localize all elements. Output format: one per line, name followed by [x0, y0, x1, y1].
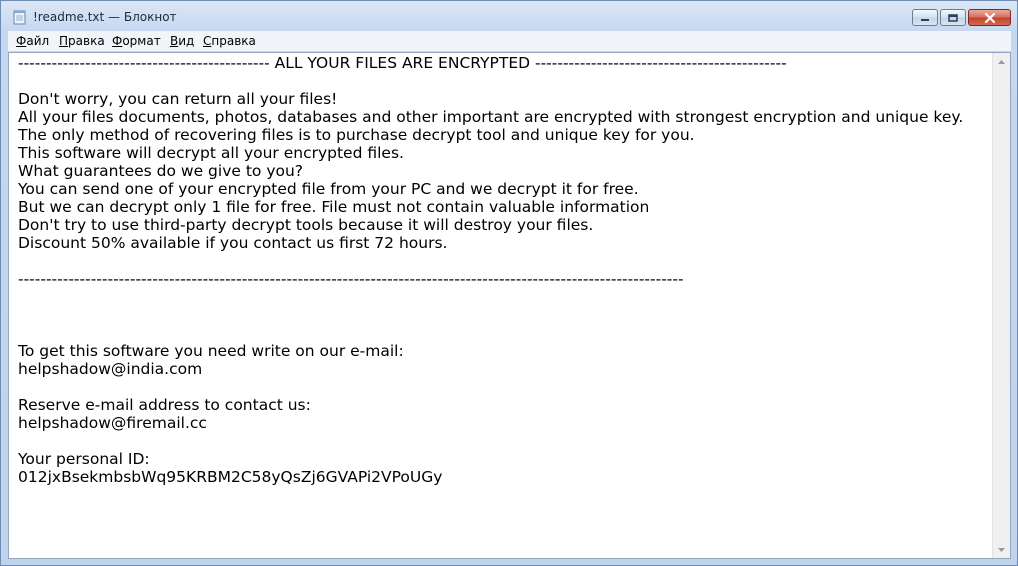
- vertical-scrollbar[interactable]: [992, 53, 1010, 558]
- text-line: You can send one of your encrypted file …: [18, 180, 639, 198]
- text-line: ----------------------------------------…: [18, 54, 787, 72]
- notepad-icon: [13, 10, 26, 25]
- close-button[interactable]: [968, 9, 1011, 26]
- text-line: ​: [18, 288, 988, 306]
- window-controls: [910, 9, 1011, 26]
- minimize-button[interactable]: [912, 9, 938, 26]
- text-line: The only method of recovering files is t…: [18, 126, 695, 144]
- text-line: Your personal ID:: [18, 450, 150, 468]
- text-line: ​: [18, 72, 988, 90]
- text-line: Don't worry, you can return all your fil…: [18, 90, 338, 108]
- menu-bar: Файл Правка Формат Вид Справка: [8, 31, 1011, 51]
- window-title: !readme.txt — Блокнот: [33, 10, 177, 24]
- text-line: Reserve e-mail address to contact us:: [18, 396, 311, 414]
- scroll-down-icon: [998, 547, 1005, 552]
- text-line: ​: [18, 378, 988, 396]
- text-line: What guarantees do we give to you?: [18, 162, 304, 180]
- text-line: ​: [18, 252, 988, 270]
- scroll-up-button[interactable]: [993, 53, 1010, 70]
- menu-format[interactable]: Формат: [112, 34, 161, 48]
- text-line: But we can decrypt only 1 file for free.…: [18, 198, 650, 216]
- text-line: helpshadow@india.com: [18, 360, 203, 378]
- text-line: helpshadow@firemail.cc: [18, 414, 207, 432]
- menu-file[interactable]: Файл: [16, 34, 49, 48]
- notepad-window: !readme.txt — Блокнот Файл Правка Формат…: [0, 0, 1018, 566]
- maximize-icon: [948, 13, 958, 22]
- text-line: ​: [18, 432, 988, 450]
- text-line: ​: [18, 306, 988, 324]
- menu-view[interactable]: Вид: [170, 34, 194, 48]
- text-line: All your files documents, photos, databa…: [18, 108, 964, 126]
- text-line: ----------------------------------------…: [18, 270, 684, 288]
- maximize-button[interactable]: [940, 9, 966, 26]
- title-bar[interactable]: !readme.txt — Блокнот: [1, 1, 1017, 30]
- text-line: To get this software you need write on o…: [18, 342, 404, 360]
- document-text[interactable]: ----------------------------------------…: [18, 54, 988, 486]
- minimize-icon: [921, 18, 929, 21]
- text-line: 012jxBsekmbsbWq95KRBM2C58yQsZj6GVAPi2VPo…: [18, 468, 443, 486]
- text-line: This software will decrypt all your encr…: [18, 144, 404, 162]
- text-editor[interactable]: ----------------------------------------…: [8, 52, 1011, 559]
- menu-help[interactable]: Справка: [203, 34, 256, 48]
- text-line: Don't try to use third-party decrypt too…: [18, 216, 594, 234]
- text-line: ​: [18, 324, 988, 342]
- scroll-down-button[interactable]: [993, 541, 1010, 558]
- menu-edit[interactable]: Правка: [59, 34, 105, 48]
- close-icon: [984, 12, 995, 23]
- scroll-up-icon: [998, 59, 1005, 64]
- text-line: Discount 50% available if you contact us…: [18, 234, 448, 252]
